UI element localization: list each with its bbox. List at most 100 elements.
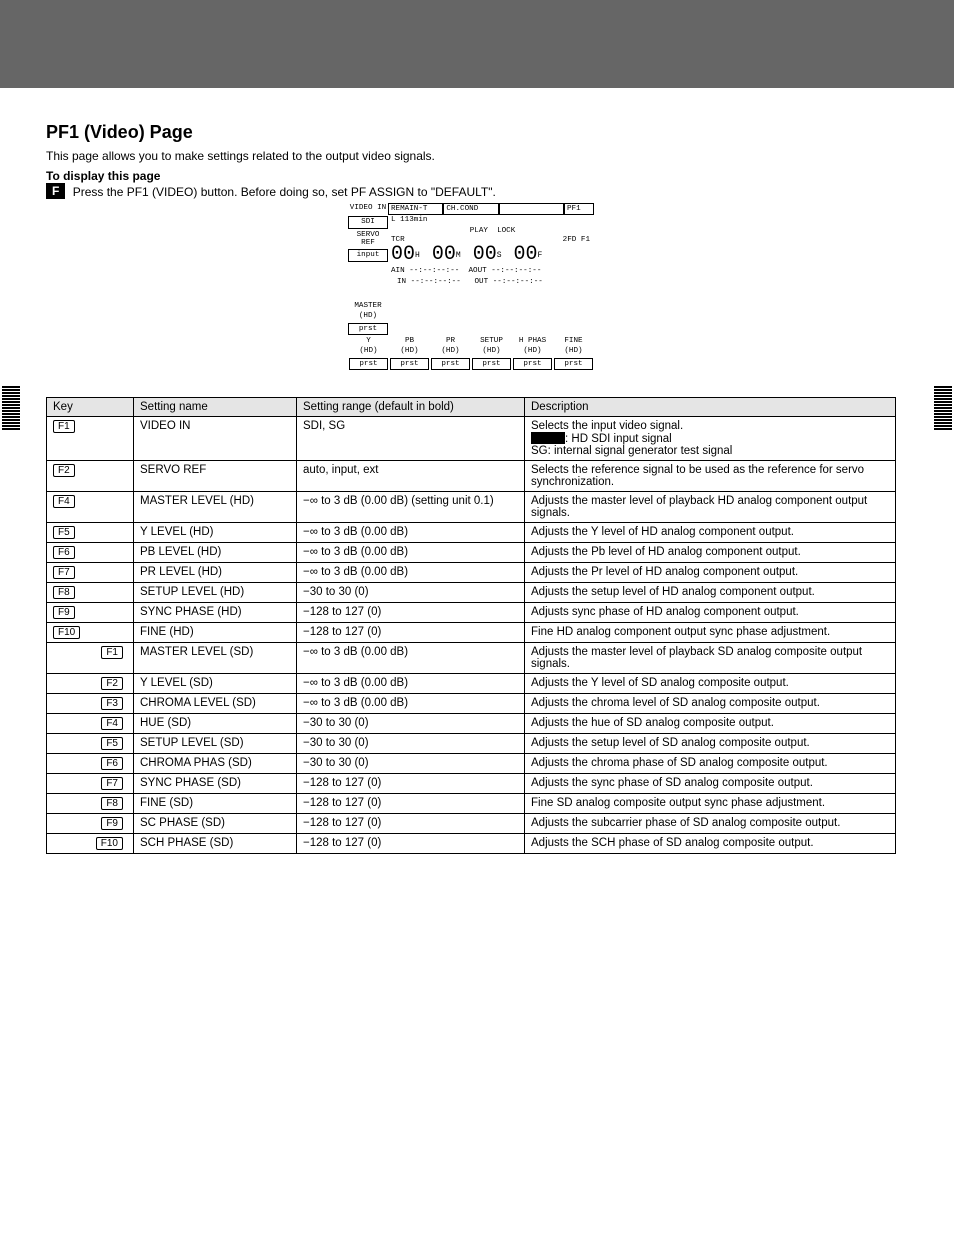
- key-cell: F1: [47, 417, 134, 461]
- name-cell: Y LEVEL (SD): [134, 674, 297, 694]
- name-cell: SC PHASE (SD): [134, 814, 297, 834]
- range-cell: −128 to 127 (0): [297, 794, 525, 814]
- desc-cell: Adjusts the chroma level of SD analog co…: [525, 694, 896, 714]
- range-cell: −128 to 127 (0): [297, 623, 525, 643]
- desc-cell: Selects the reference signal to be used …: [525, 461, 896, 492]
- p-master: MASTER: [348, 301, 388, 311]
- range-cell: −128 to 127 (0): [297, 834, 525, 854]
- name-cell: MASTER LEVEL (HD): [134, 492, 297, 523]
- key-cell: F8: [47, 583, 134, 603]
- p-remain: REMAIN-T: [388, 203, 443, 215]
- key-cell: F2: [47, 674, 134, 694]
- desc-cell: Adjusts the Pr level of HD analog compon…: [525, 563, 896, 583]
- range-cell: −∞ to 3 dB (0.00 dB) (setting unit 0.1): [297, 492, 525, 523]
- desc-cell: Adjusts the setup level of SD analog com…: [525, 734, 896, 754]
- p-play: PLAY: [470, 227, 488, 235]
- range-cell: −∞ to 3 dB (0.00 dB): [297, 694, 525, 714]
- p-master-prst: prst: [348, 323, 388, 335]
- key-cell: F2: [47, 461, 134, 492]
- desc-cell: Selects the input video signal.: HD SDI …: [525, 417, 896, 461]
- key-cell: F10: [47, 834, 134, 854]
- desc-cell: Adjusts the subcarrier phase of SD analo…: [525, 814, 896, 834]
- p-timecode: 00H 00M 00S 00F: [391, 244, 594, 266]
- range-cell: −∞ to 3 dB (0.00 dB): [297, 643, 525, 674]
- section-subtitle: This page allows you to make settings re…: [46, 149, 896, 163]
- range-cell: −∞ to 3 dB (0.00 dB): [297, 523, 525, 543]
- name-cell: PR LEVEL (HD): [134, 563, 297, 583]
- desc-cell: Adjusts the sync phase of SD analog comp…: [525, 774, 896, 794]
- p-pf1: PF1: [564, 203, 594, 215]
- name-cell: MASTER LEVEL (SD): [134, 643, 297, 674]
- p-servo-ref: SERVO REF: [348, 230, 388, 249]
- desc-cell: Adjusts the setup level of HD analog com…: [525, 583, 896, 603]
- name-cell: CHROMA LEVEL (SD): [134, 694, 297, 714]
- p-aout: AOUT --:--:--:--: [468, 267, 541, 275]
- p-remain-val: L 113min: [391, 215, 427, 225]
- name-cell: FINE (SD): [134, 794, 297, 814]
- f-badge: F: [46, 183, 65, 199]
- top-banner: [0, 0, 954, 88]
- range-cell: −30 to 30 (0): [297, 583, 525, 603]
- range-cell: −128 to 127 (0): [297, 603, 525, 623]
- name-cell: SYNC PHASE (SD): [134, 774, 297, 794]
- range-cell: auto, input, ext: [297, 461, 525, 492]
- name-cell: SETUP LEVEL (HD): [134, 583, 297, 603]
- range-cell: −∞ to 3 dB (0.00 dB): [297, 543, 525, 563]
- lcd-panel: VIDEO IN REMAIN-T CH.COND PF1 SDI SERVO …: [348, 203, 594, 371]
- name-cell: CHROMA PHAS (SD): [134, 754, 297, 774]
- desc-cell: Fine HD analog component output sync pha…: [525, 623, 896, 643]
- p-bottom-row: Y(HD)prstPB(HD)prstPR(HD)prstSETUP(HD)pr…: [348, 336, 594, 371]
- key-cell: F9: [47, 603, 134, 623]
- right-margin-stripes: [934, 386, 952, 431]
- desc-cell: Adjusts the Y level of HD analog compone…: [525, 523, 896, 543]
- range-cell: −∞ to 3 dB (0.00 dB): [297, 674, 525, 694]
- p-chcond-bar: [499, 203, 564, 215]
- key-cell: F4: [47, 714, 134, 734]
- desc-cell: Adjusts the SCH phase of SD analog compo…: [525, 834, 896, 854]
- desc-cell: Fine SD analog composite output sync pha…: [525, 794, 896, 814]
- desc-cell: Adjusts the chroma phase of SD analog co…: [525, 754, 896, 774]
- p-sdi: SDI: [348, 216, 388, 228]
- key-cell: F8: [47, 794, 134, 814]
- name-cell: FINE (HD): [134, 623, 297, 643]
- range-cell: −30 to 30 (0): [297, 714, 525, 734]
- name-cell: SERVO REF: [134, 461, 297, 492]
- th-name: Setting name: [134, 398, 297, 417]
- section-title: PF1 (Video) Page: [46, 122, 896, 143]
- desc-cell: Adjusts the master level of playback SD …: [525, 643, 896, 674]
- range-cell: −30 to 30 (0): [297, 754, 525, 774]
- to-display-label: To display this page: [46, 169, 160, 183]
- p-master-hd: (HD): [348, 311, 388, 321]
- p-lock: LOCK: [497, 227, 515, 235]
- to-display-text: Press the PF1 (VIDEO) button. Before doi…: [73, 185, 496, 199]
- range-cell: −128 to 127 (0): [297, 814, 525, 834]
- th-range: Setting range (default in bold): [297, 398, 525, 417]
- left-margin-stripes: [2, 386, 20, 431]
- name-cell: PB LEVEL (HD): [134, 543, 297, 563]
- p-input: input: [348, 249, 388, 261]
- desc-cell: Adjusts the hue of SD analog composite o…: [525, 714, 896, 734]
- key-cell: F4: [47, 492, 134, 523]
- key-cell: F10: [47, 623, 134, 643]
- key-cell: F5: [47, 523, 134, 543]
- key-cell: F7: [47, 563, 134, 583]
- p-chcond: CH.COND: [443, 203, 498, 215]
- key-cell: F1: [47, 643, 134, 674]
- key-cell: F9: [47, 814, 134, 834]
- desc-cell: Adjusts the master level of playback HD …: [525, 492, 896, 523]
- p-in: IN --:--:--:--: [391, 278, 461, 286]
- range-cell: −128 to 127 (0): [297, 774, 525, 794]
- desc-cell: Adjusts the Y level of SD analog composi…: [525, 674, 896, 694]
- key-cell: F6: [47, 754, 134, 774]
- range-cell: −30 to 30 (0): [297, 734, 525, 754]
- p-out: OUT --:--:--:--: [474, 278, 542, 286]
- desc-cell: Adjusts sync phase of HD analog componen…: [525, 603, 896, 623]
- name-cell: SETUP LEVEL (SD): [134, 734, 297, 754]
- name-cell: SCH PHASE (SD): [134, 834, 297, 854]
- key-cell: F6: [47, 543, 134, 563]
- p-ain: AIN --:--:--:--: [391, 267, 459, 275]
- key-cell: F7: [47, 774, 134, 794]
- th-desc: Description: [525, 398, 896, 417]
- name-cell: Y LEVEL (HD): [134, 523, 297, 543]
- desc-cell: Adjusts the Pb level of HD analog compon…: [525, 543, 896, 563]
